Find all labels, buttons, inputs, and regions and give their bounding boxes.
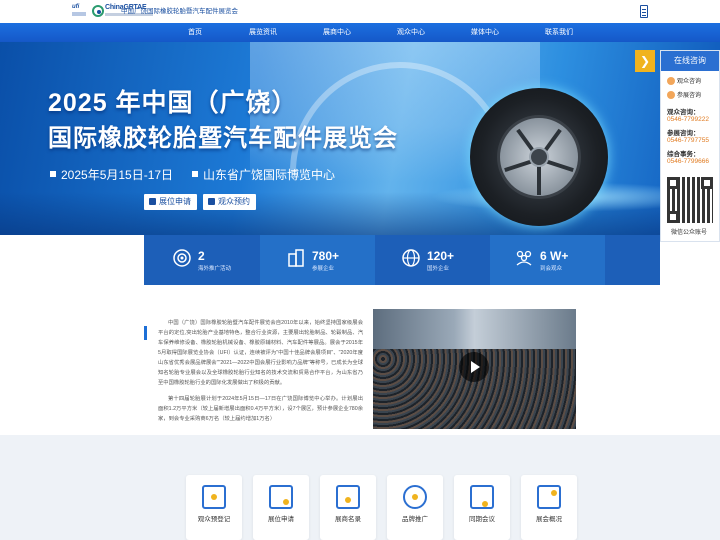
exhibitor-list-icon [336,485,360,509]
stat-foreign: 120+ 国外企业 [375,235,490,285]
card-label: 品牌推广 [402,516,428,523]
stats-bar: 2 海外推广活动 780+ 参展企业 120+ 国外企业 6 W+ 到会观众 [144,235,660,285]
people-icon [516,250,532,266]
consult-title: 在线咨询 [661,51,719,71]
top-bar: ufi ChinaGRTAE 中国广饶国际橡胶轮胎暨汽车配件展览会 [0,0,720,23]
card-conferences[interactable]: 同期会议 [454,475,510,540]
card-label: 同期会议 [469,516,495,523]
card-brand-promo[interactable]: 品牌推广 [387,475,443,540]
booth-apply-button[interactable]: 展位申请 [144,194,197,210]
chinagrtae-logo-icon[interactable] [92,5,104,17]
banner-date-text: 2025年5月15日-17日 [61,168,174,182]
page: ufi ChinaGRTAE 中国广饶国际橡胶轮胎暨汽车配件展览会 首页 展览资… [0,0,720,540]
card-label: 展位申请 [268,516,294,523]
booth-apply-icon [269,485,293,509]
visitor-phone[interactable]: 0546-7799222 [667,116,709,123]
hero-banner: 2025 年中国（广饶） 国际橡胶轮胎暨汽车配件展览会 2025年5月15日-1… [0,42,720,235]
banner-venue: 山东省广饶国际博览中心 [192,166,335,183]
target-icon [173,249,191,267]
consult-exhibit-label: 参展咨询 [677,93,702,99]
site-title: 中国广饶国际橡胶轮胎暨汽车配件展览会 [121,8,238,15]
nav-item-exhibitors[interactable]: 展商中心 [307,23,367,42]
award-icon [403,485,427,509]
card-exhibitor-list[interactable]: 展商名录 [320,475,376,540]
play-icon[interactable] [459,352,489,382]
ufi-logo-text: ufi [72,4,80,10]
wechat-qr-code [667,177,713,223]
stat-num: 6 W+ [540,249,569,263]
intro-paragraph-2: 第十四届轮胎展计划于2024年5月15日—17日在广饶国际博览中心举办。计划展出… [158,396,363,422]
globe-icon [402,249,420,267]
exhibit-phone[interactable]: 0546-7797755 [667,137,709,144]
intro-accent-bar [144,326,147,340]
banner-venue-text: 山东省广饶国际博览中心 [203,168,336,182]
visitor-icon [208,198,215,205]
tyre-image [470,88,608,226]
collapse-arrow-icon[interactable]: ❯ [635,50,655,72]
presentation-icon [470,485,494,509]
menu-toggle-button[interactable] [640,5,648,18]
visitor-booking-label: 观众预约 [218,197,250,206]
service-label: 综合事务： [667,151,700,158]
card-label: 观众预登记 [197,516,231,523]
nav-item-visitors[interactable]: 观众中心 [381,23,441,42]
consult-exhibit-link[interactable]: 参展咨询 [667,90,701,99]
booth-apply-label: 展位申请 [159,197,191,206]
stat-num: 2 [198,249,205,263]
card-label: 展商名录 [335,516,361,523]
banner-title-line2: 国际橡胶轮胎暨汽车配件展览会 [48,125,398,152]
stat-label: 海外推广活动 [198,266,232,272]
banner-date: 2025年5月15日-17日 [50,166,173,183]
banner-title-line1: 2025 年中国（广饶） [48,89,298,117]
nav-item-home[interactable]: 首页 [165,23,225,42]
card-visitor-register[interactable]: 观众预登记 [186,475,242,540]
consult-visitor-label: 观众咨询 [677,79,702,85]
stat-exhibitors: 780+ 参展企业 [260,235,375,285]
visitor-label: 观众咨询： [667,109,700,116]
intro-video[interactable] [373,309,576,429]
visitor-booking-button[interactable]: 观众预约 [203,194,256,210]
card-overview[interactable]: 展会概况 [521,475,577,540]
consult-visitor-link[interactable]: 观众咨询 [667,76,701,85]
avatar-icon [667,77,675,85]
ufi-logo: ufi [72,4,88,18]
stat-extra [605,235,660,285]
qr-label: 微信公众账号 [671,230,708,236]
stat-num: 780+ [312,249,340,263]
document-icon [537,485,561,509]
intro-paragraph-1: 中国（广饶）国际橡胶轮胎暨汽车配件展览会自2010年以来，始终坚持国家级展会平台… [158,320,363,386]
card-booth-apply[interactable]: 展位申请 [253,475,309,540]
card-label: 展会概况 [536,516,562,523]
nav-item-news[interactable]: 展览资讯 [233,23,293,42]
nav-item-contact[interactable]: 联系我们 [529,23,589,42]
stat-num: 120+ [427,249,455,263]
stat-label: 参展企业 [312,266,335,272]
online-consult-panel: 在线咨询 观众咨询 参展咨询 观众咨询： 0546-7799222 参展咨询： … [660,50,720,242]
register-icon [202,485,226,509]
stat-promotion: 2 海外推广活动 [144,235,260,285]
intro-text: 中国（广饶）国际橡胶轮胎暨汽车配件展览会自2010年以来，始终坚持国家级展会平台… [158,318,363,430]
stat-visitors: 6 W+ 到会观众 [490,235,605,285]
service-phone[interactable]: 0546-7799666 [667,158,709,165]
building-icon [288,249,304,267]
nav-item-media[interactable]: 媒体中心 [455,23,515,42]
avatar-icon [667,91,675,99]
exhibit-label: 参展咨询： [667,130,700,137]
stat-label: 国外企业 [427,266,450,272]
main-nav: 首页 展览资讯 展商中心 观众中心 媒体中心 联系我们 [0,23,720,42]
booth-icon [149,198,156,205]
stat-label: 到会观众 [540,266,563,272]
